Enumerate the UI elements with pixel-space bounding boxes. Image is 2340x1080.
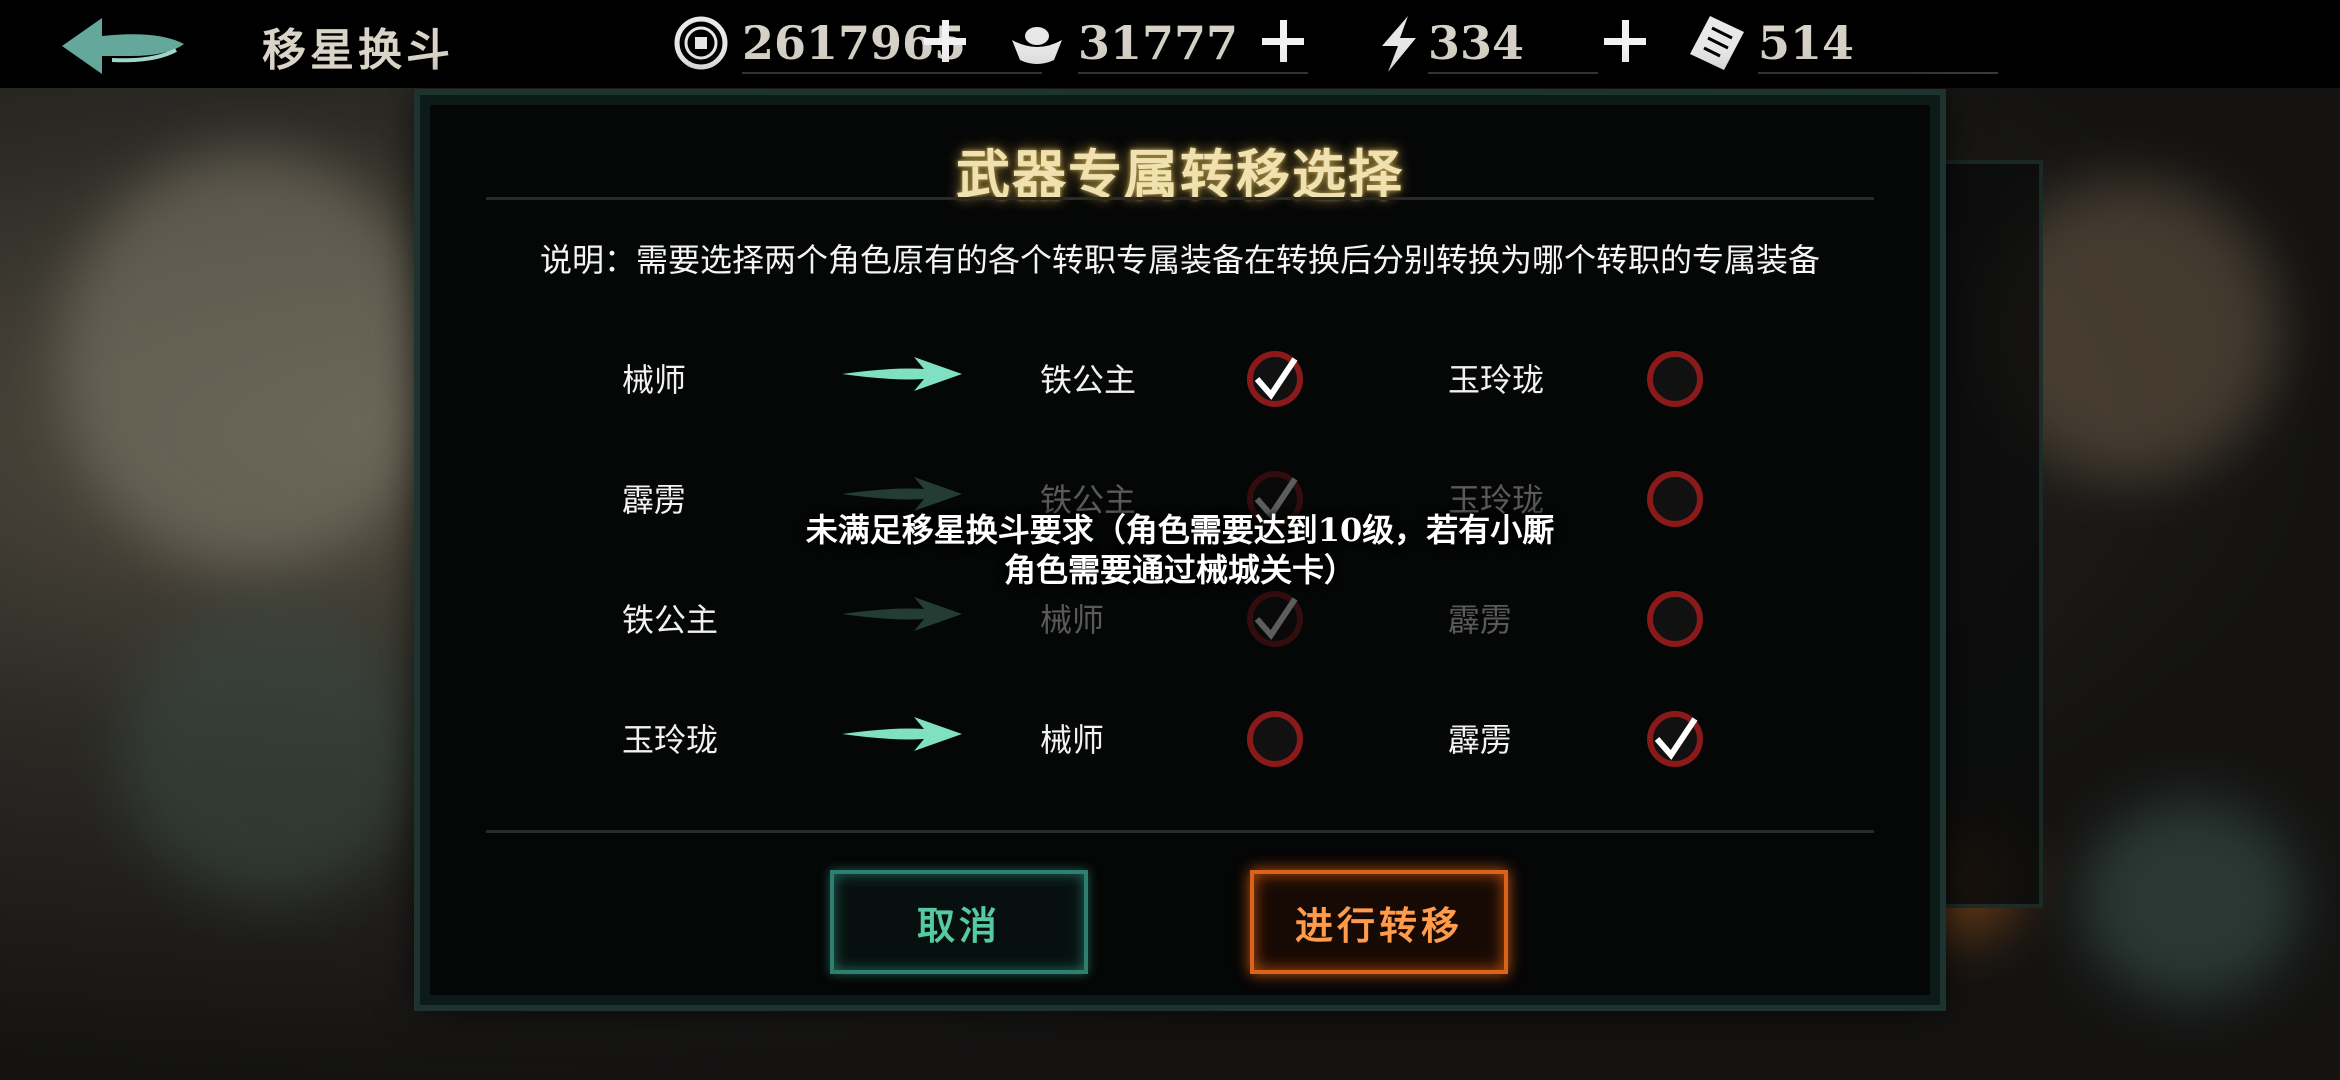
radio-unchecked-icon[interactable] <box>1645 349 1705 409</box>
footer-divider <box>486 830 1874 833</box>
row-option-a-label: 械师 <box>1040 721 1105 759</box>
row-source-label: 铁公主 <box>622 601 719 639</box>
row-source-label: 玉玲珑 <box>622 721 719 759</box>
tickets-value: 514 <box>1758 16 1855 70</box>
lightning-icon <box>1382 16 1416 72</box>
title-divider <box>486 197 1874 200</box>
row-option-a-label: 铁公主 <box>1040 361 1137 399</box>
requirement-toast-line2: 角色需要通过械城关卡） <box>1003 551 1356 589</box>
ingots-value: 31777 <box>1078 16 1239 70</box>
weapon-transfer-dialog: 武器专属转移选择 说明：需要选择两个角色原有的各个转职专属装备在转换后分别转换为… <box>420 95 1940 1005</box>
row-option-b-label: 玉玲珑 <box>1448 361 1545 399</box>
teal-arrow-icon <box>842 597 962 631</box>
ticket-icon <box>1690 16 1744 70</box>
row-source-label: 械师 <box>622 361 687 399</box>
top-bar: 移星换斗 2617965 31777 334 514 <box>0 0 2340 88</box>
dialog-description: 说明：需要选择两个角色原有的各个转职专属装备在转换后分别转换为哪个转职的专属装备 <box>539 241 1820 279</box>
radio-unchecked-icon[interactable] <box>1245 709 1305 769</box>
teal-arrow-icon <box>842 717 962 751</box>
radio-checked-icon[interactable] <box>1245 589 1305 649</box>
radio-unchecked-icon[interactable] <box>1645 589 1705 649</box>
row-option-b-label: 霹雳 <box>1448 601 1513 639</box>
energy-value: 334 <box>1428 16 1525 70</box>
radio-checked-icon[interactable] <box>1645 709 1705 769</box>
radio-checked-icon[interactable] <box>1245 349 1305 409</box>
add-coins-button[interactable] <box>918 14 972 68</box>
back-arrow-icon[interactable] <box>58 14 188 78</box>
confirm-transfer-button[interactable]: 进行转移 <box>1250 870 1508 974</box>
screen-title: 移星换斗 <box>262 25 454 76</box>
add-energy-button[interactable] <box>1598 14 1652 68</box>
cancel-button[interactable]: 取消 <box>830 870 1088 974</box>
background-side-panel <box>1935 160 2043 908</box>
add-ingots-button[interactable] <box>1256 14 1310 68</box>
coin-icon <box>674 16 728 70</box>
row-option-a-label: 械师 <box>1040 601 1105 639</box>
row-option-b-label: 霹雳 <box>1448 721 1513 759</box>
ingot-icon <box>1012 27 1062 64</box>
teal-arrow-icon <box>842 357 962 391</box>
